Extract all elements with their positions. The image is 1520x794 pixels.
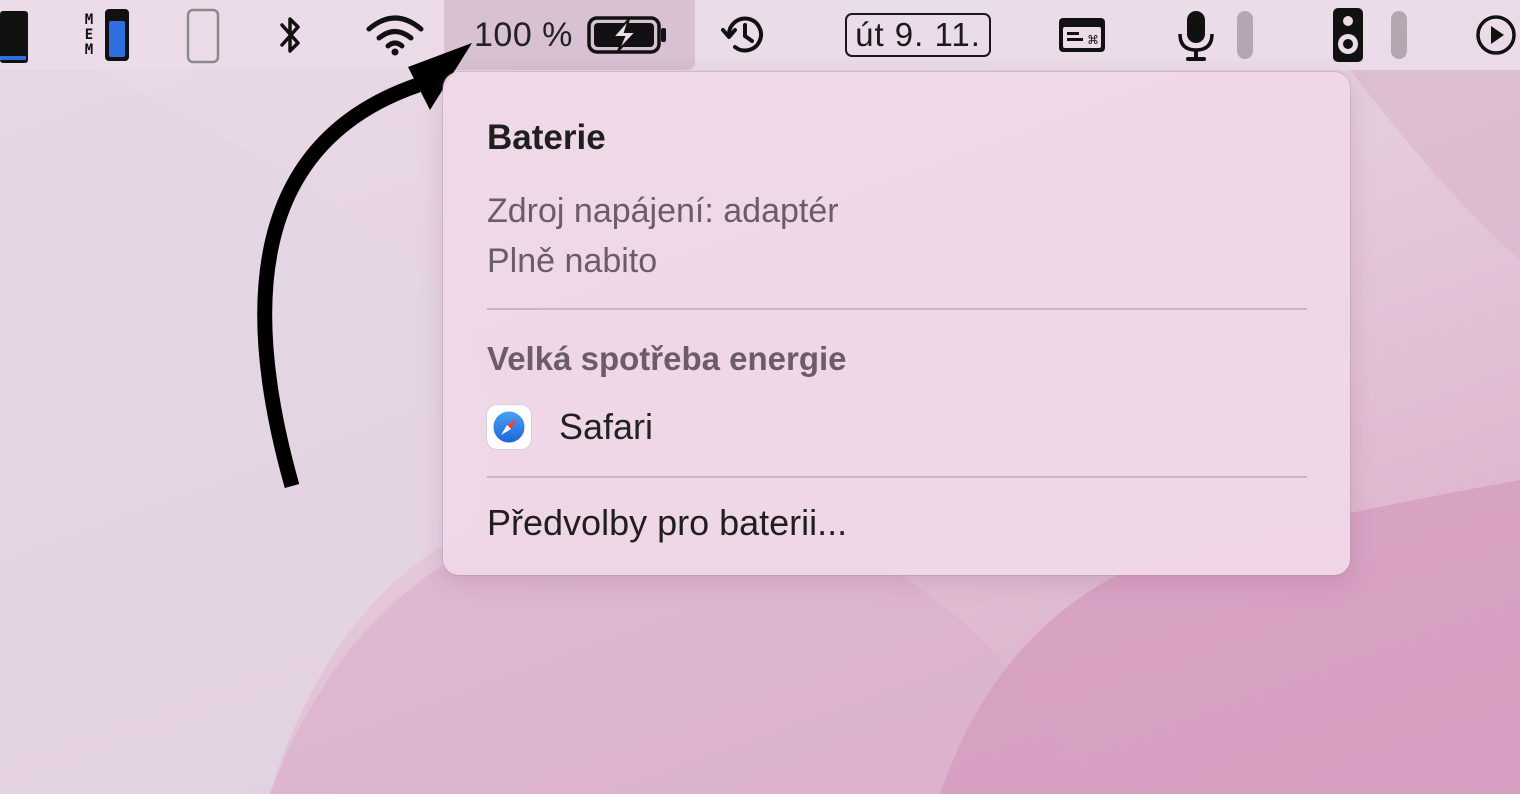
power-source-text: Zdroj napájení: adaptér — [487, 192, 839, 230]
battery-percentage: 100 % — [474, 15, 573, 54]
memory-gauge-icon — [105, 9, 130, 61]
date-display: út 9. 11. — [845, 13, 991, 57]
energy-app-item[interactable]: Safari — [487, 404, 653, 450]
svg-text:⌘: ⌘ — [1087, 33, 1099, 47]
date-menu-item[interactable]: út 9. 11. — [838, 0, 998, 70]
battery-charging-icon — [587, 16, 666, 54]
cpu-monitor-icon[interactable] — [0, 0, 34, 70]
microphone-control[interactable] — [1168, 0, 1258, 70]
microphone-icon — [1178, 11, 1214, 61]
charge-status-text: Plně nabito — [487, 242, 658, 280]
disk-monitor-icon[interactable] — [182, 0, 222, 70]
microphone-level-bar — [1237, 11, 1253, 59]
menu-divider — [487, 476, 1307, 478]
safari-icon — [487, 405, 531, 449]
wifi-icon[interactable] — [364, 0, 426, 70]
play-icon[interactable] — [1470, 0, 1520, 70]
volume-level-bar — [1391, 11, 1407, 59]
menu-divider — [487, 308, 1307, 310]
battery-menu-title: Baterie — [487, 118, 606, 157]
speaker-icon — [1333, 8, 1363, 62]
bluetooth-icon[interactable] — [268, 0, 312, 70]
high-energy-usage-header: Velká spotřeba energie — [487, 340, 847, 377]
battery-preferences-item[interactable]: Předvolby pro baterii... — [487, 502, 847, 544]
time-machine-icon[interactable] — [718, 0, 772, 70]
sound-control[interactable] — [1324, 0, 1410, 70]
energy-app-name: Safari — [559, 406, 654, 447]
battery-menu-popup: Baterie Zdroj napájení: adaptér Plně nab… — [443, 72, 1350, 575]
memory-monitor[interactable]: M E M — [74, 0, 144, 70]
menu-bar: M E M 100 % út 9. 11. ⌘ — [0, 0, 1520, 70]
battery-menu-item[interactable]: 100 % — [444, 0, 695, 70]
memory-label: M E M — [84, 11, 94, 58]
terminal-shortcut-icon[interactable]: ⌘ — [1056, 0, 1108, 70]
